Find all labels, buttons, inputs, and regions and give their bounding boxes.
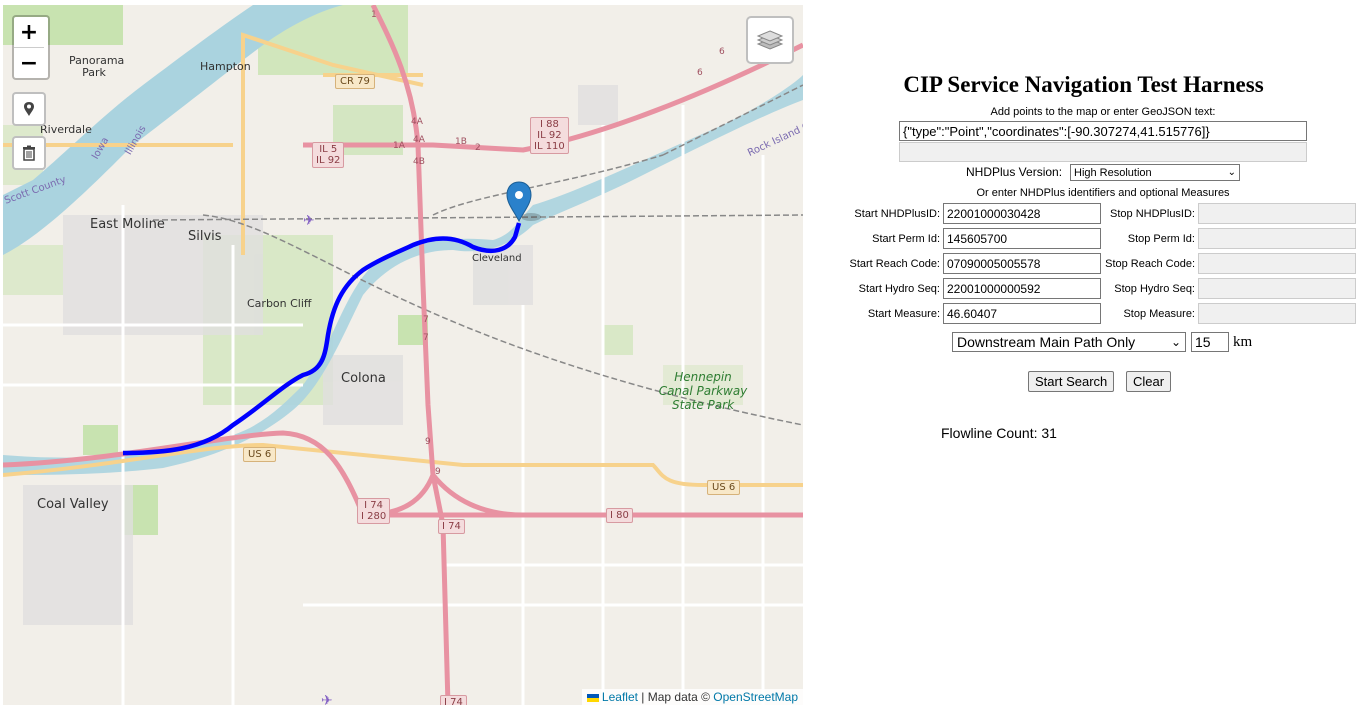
- exit-label: 4B: [413, 157, 425, 167]
- start-measure-input[interactable]: [943, 303, 1101, 324]
- stop-permid-input[interactable]: [1198, 228, 1356, 249]
- airport-icon: ✈: [321, 693, 333, 705]
- navigation-type-value: Downstream Main Path Only: [957, 334, 1136, 350]
- start-measure-label: Start Measure:: [867, 308, 940, 320]
- map-container[interactable]: Panorama Park Hampton Riverdale East Mol…: [3, 5, 803, 705]
- start-search-button[interactable]: Start Search: [1028, 371, 1115, 392]
- layers-icon: [756, 30, 784, 50]
- exit-label: 2: [475, 143, 481, 153]
- flowline-count-label: Flowline Count:: [941, 425, 1038, 441]
- nhdplus-version-value: High Resolution: [1074, 166, 1152, 179]
- stop-hydroseq-input[interactable]: [1198, 278, 1356, 299]
- shield-i74-i280: I 74 I 280: [357, 498, 391, 524]
- exit-label: 4A: [413, 135, 425, 145]
- exit-label: 1: [371, 10, 377, 20]
- start-nhdplusid-input[interactable]: [943, 203, 1101, 224]
- shield-us6-a: US 6: [243, 447, 277, 462]
- label-carbon-cliff: Carbon Cliff: [247, 297, 312, 310]
- label-panorama-park: Panorama Park: [69, 54, 125, 79]
- geojson-input-secondary[interactable]: [899, 142, 1307, 162]
- start-nhdplusid-label: Start NHDPlusID:: [854, 208, 940, 220]
- flowline-count-value: 31: [1041, 425, 1057, 441]
- shield-i88: I 88 IL 92 IL 110: [530, 117, 569, 154]
- shield-i74-bottom: I 74: [440, 695, 467, 705]
- exit-label: 1B: [455, 137, 467, 147]
- exit-label: 9: [435, 467, 441, 477]
- exit-label: 1A: [393, 141, 405, 151]
- exit-label: 7: [423, 315, 429, 325]
- start-hydroseq-label: Start Hydro Seq:: [858, 283, 940, 295]
- start-reachcode-label: Start Reach Code:: [849, 258, 941, 270]
- label-cleveland: Cleveland: [472, 253, 522, 264]
- flowline-count: Flowline Count: 31: [941, 425, 1057, 441]
- geojson-label: Add points to the map or enter GeoJSON t…: [990, 106, 1216, 118]
- ukraine-flag-icon: [586, 693, 599, 702]
- zoom-in-button[interactable]: +: [14, 17, 44, 47]
- label-colona: Colona: [341, 371, 386, 386]
- stop-measure-input[interactable]: [1198, 303, 1356, 324]
- map-tiles[interactable]: [3, 5, 803, 705]
- shield-il5: IL 5 IL 92: [312, 142, 345, 168]
- shield-i80: I 80: [606, 508, 633, 523]
- shield-i74: I 74: [438, 519, 465, 534]
- label-silvis: Silvis: [188, 229, 222, 244]
- stop-measure-label: Stop Measure:: [1123, 308, 1195, 320]
- identifiers-label: Or enter NHDPlus identifiers and optiona…: [976, 187, 1230, 199]
- distance-unit: km: [1233, 334, 1253, 350]
- chevron-down-icon: ⌄: [1227, 167, 1236, 178]
- zoom-control: + −: [12, 15, 50, 80]
- start-permid-input[interactable]: [943, 228, 1101, 249]
- navigation-type-select[interactable]: Downstream Main Path Only ⌄: [952, 332, 1186, 352]
- delete-layers-button[interactable]: [12, 136, 46, 170]
- start-hydroseq-input[interactable]: [943, 278, 1101, 299]
- label-hampton: Hampton: [200, 60, 251, 73]
- label-hennepin: Hennepin Canal Parkway State Park: [658, 370, 748, 412]
- stop-reachcode-input[interactable]: [1198, 253, 1356, 274]
- start-permid-label: Start Perm Id:: [872, 233, 940, 245]
- label-riverdale: Riverdale: [40, 123, 92, 136]
- attribution-separator: | Map data ©: [637, 690, 714, 704]
- exit-label: 7: [423, 333, 429, 343]
- stop-nhdplusid-label: Stop NHDPlusID:: [1110, 208, 1195, 220]
- airport-icon: ✈: [303, 213, 315, 229]
- control-panel: CIP Service Navigation Test Harness Add …: [803, 0, 1364, 716]
- map-pin-icon: [24, 102, 34, 116]
- stop-permid-label: Stop Perm Id:: [1127, 233, 1195, 245]
- exit-label: 6: [697, 68, 703, 78]
- draw-marker-button[interactable]: [12, 92, 46, 126]
- zoom-out-button[interactable]: −: [14, 47, 44, 78]
- label-east-moline: East Moline: [90, 217, 165, 232]
- page-title: CIP Service Navigation Test Harness: [903, 72, 1264, 97]
- location-marker[interactable]: [506, 181, 541, 223]
- exit-label: 6: [719, 47, 725, 57]
- geojson-input[interactable]: [899, 121, 1307, 141]
- map-attribution: Leaflet | Map data © OpenStreetMap: [581, 689, 803, 705]
- exit-label: 4A: [411, 117, 423, 127]
- stop-reachcode-label: Stop Reach Code:: [1105, 258, 1195, 270]
- chevron-down-icon: ⌄: [1170, 335, 1181, 349]
- exit-label: 9: [425, 437, 431, 447]
- label-coal-valley: Coal Valley: [37, 497, 109, 512]
- stop-nhdplusid-input[interactable]: [1198, 203, 1356, 224]
- layers-control[interactable]: [746, 16, 794, 64]
- shield-cr79: CR 79: [335, 74, 375, 89]
- leaflet-link[interactable]: Leaflet: [602, 690, 638, 704]
- start-reachcode-input[interactable]: [943, 253, 1101, 274]
- trash-icon: [23, 145, 35, 161]
- osm-link[interactable]: OpenStreetMap: [713, 690, 798, 704]
- shield-us6-b: US 6: [707, 480, 741, 495]
- nhdplus-version-label: NHDPlus Version:: [966, 165, 1063, 179]
- nhdplus-version-select[interactable]: High Resolution ⌄: [1070, 164, 1240, 181]
- distance-input[interactable]: [1191, 332, 1229, 352]
- clear-button[interactable]: Clear: [1126, 371, 1172, 392]
- stop-hydroseq-label: Stop Hydro Seq:: [1114, 283, 1195, 295]
